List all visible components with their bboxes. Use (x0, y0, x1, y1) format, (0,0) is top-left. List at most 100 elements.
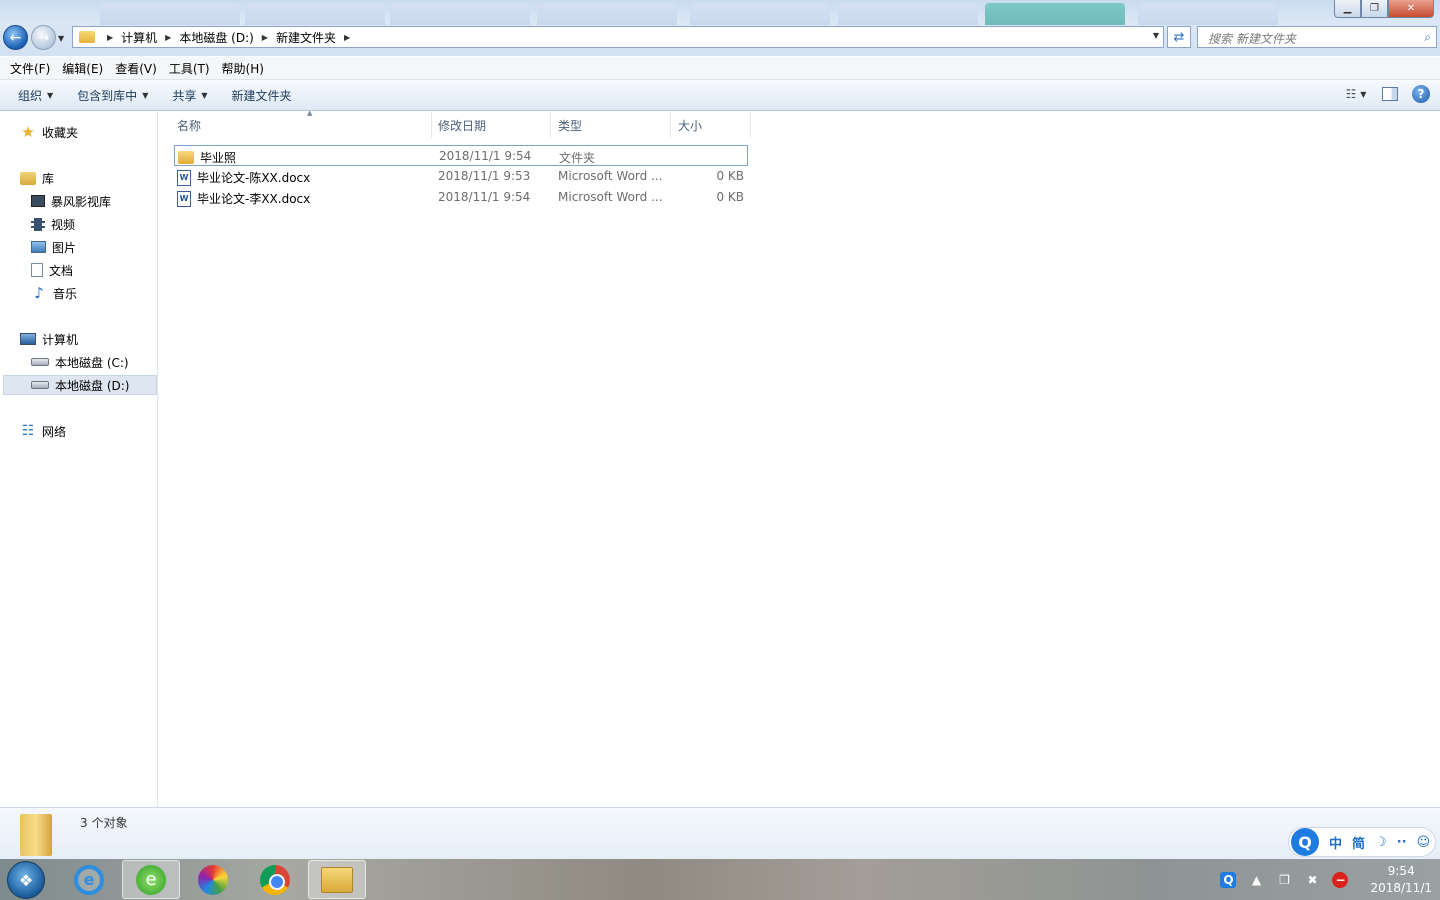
new-folder-button[interactable]: 新建文件夹 (224, 87, 300, 104)
minimize-button[interactable]: ▁ (1334, 0, 1361, 18)
menu-view[interactable]: 查看(V) (109, 60, 163, 77)
sidebar-item-library[interactable]: 库 (20, 168, 54, 188)
stop-icon[interactable]: − (1332, 871, 1349, 888)
sidebar-item-label: 计算机 (42, 332, 79, 347)
sidebar-item-storm-video[interactable]: 暴风影视库 (31, 191, 111, 211)
green-browser-icon: e (136, 864, 166, 895)
chevron-right-icon[interactable]: ▶ (262, 33, 268, 42)
column-header-date[interactable]: 修改日期 (431, 112, 551, 138)
preview-pane-icon[interactable] (1382, 87, 1398, 101)
file-explorer-icon (321, 866, 353, 893)
volume-muted-icon[interactable]: ✖ (1304, 872, 1320, 888)
punctuation-icon[interactable]: ·· (1397, 835, 1407, 850)
sidebar-item-label: 本地磁盘 (C:) (55, 355, 129, 370)
ime-logo-icon[interactable]: Q (1291, 828, 1319, 856)
maximize-button[interactable]: ❐ (1361, 0, 1388, 18)
chevron-right-icon[interactable]: ▶ (344, 33, 350, 42)
sidebar-item-music[interactable]: ♪ 音乐 (31, 283, 77, 303)
menu-edit[interactable]: 编辑(E) (56, 60, 109, 77)
show-hidden-icons-icon[interactable]: ▲ (1248, 872, 1264, 888)
taskbar-browser[interactable]: e (122, 860, 180, 899)
sidebar-item-label: 文档 (49, 263, 74, 278)
breadcrumb-computer[interactable]: 计算机 (121, 29, 157, 46)
details-view-icon: ☷ (1345, 87, 1357, 101)
menu-help[interactable]: 帮助(H) (216, 60, 270, 77)
breadcrumb-new-folder[interactable]: 新建文件夹 (276, 29, 336, 46)
ime-chinese-mode[interactable]: 中 (1329, 833, 1342, 852)
sidebar-item-videos[interactable]: 视频 (31, 214, 75, 234)
breadcrumb-drive-d[interactable]: 本地磁盘 (D:) (179, 29, 253, 46)
sidebar-item-label: 本地磁盘 (D:) (55, 378, 130, 393)
taskbar-color-app[interactable] (184, 860, 242, 899)
menu-tools[interactable]: 工具(T) (163, 60, 216, 77)
sidebar-item-label: 库 (42, 171, 55, 186)
chevron-right-icon[interactable]: ▶ (165, 33, 171, 42)
sidebar-item-pictures[interactable]: 图片 (31, 237, 76, 257)
help-icon[interactable]: ? (1412, 85, 1430, 103)
chevron-right-icon[interactable]: ▶ (107, 33, 113, 42)
background-tab (838, 3, 978, 25)
view-options-button[interactable]: ☷ ▼ (1344, 85, 1368, 103)
sidebar-item-label: 收藏夹 (42, 125, 79, 140)
qq-input-tray-icon[interactable]: Q (1220, 871, 1237, 888)
file-row[interactable]: 毕业照 2018/11/1 9:54 文件夹 (174, 145, 748, 166)
caret-down-icon: ▼ (201, 91, 208, 100)
file-size: 0 KB (716, 169, 744, 183)
address-bar[interactable]: ▶ 计算机 ▶ 本地磁盘 (D:) ▶ 新建文件夹 ▶ ▼ (72, 26, 1164, 48)
ime-toolbar[interactable]: Q 中 简 ☽ ·· ☺ (1288, 827, 1436, 857)
search-icon[interactable]: ⌕ (1424, 30, 1431, 45)
file-type: Microsoft Word ... (558, 190, 663, 204)
film-icon (31, 217, 45, 231)
file-row[interactable]: W 毕业论文-李XX.docx 2018/11/1 9:54 Microsoft… (174, 187, 748, 208)
column-header-type[interactable]: 类型 (551, 112, 671, 138)
library-icon (20, 171, 36, 185)
organize-button[interactable]: 组织 ▼ (10, 87, 61, 104)
sidebar-item-network[interactable]: ☷ 网络 (20, 421, 66, 441)
sidebar-item-computer[interactable]: 计算机 (20, 329, 78, 349)
network-tray-icon[interactable]: ❐ (1276, 872, 1292, 888)
close-button[interactable]: ✕ (1388, 0, 1434, 18)
start-button[interactable]: ❖ (7, 861, 45, 899)
file-date: 2018/11/1 9:54 (438, 190, 531, 204)
column-header-size[interactable]: 大小 (671, 112, 751, 138)
sidebar-item-label: 图片 (52, 240, 77, 255)
sidebar-item-drive-d[interactable]: 本地磁盘 (D:) (3, 375, 157, 395)
share-button[interactable]: 共享 ▼ (164, 87, 215, 104)
column-name-label: 名称 (177, 118, 202, 133)
refresh-button[interactable]: ⇄ (1167, 26, 1191, 48)
forward-button[interactable]: → (31, 25, 56, 50)
recent-pages-dropdown[interactable]: ▼ (58, 34, 64, 43)
word-doc-icon: W (177, 190, 191, 207)
sidebar-item-favorites[interactable]: ★ 收藏夹 (20, 122, 78, 142)
system-drive-icon (31, 358, 49, 366)
column-date-label: 修改日期 (438, 118, 487, 133)
smiley-icon[interactable]: ☺ (1417, 835, 1431, 850)
picture-icon (31, 241, 46, 253)
file-row[interactable]: W 毕业论文-陈XX.docx 2018/11/1 9:53 Microsoft… (174, 166, 748, 187)
taskbar-ie[interactable]: e (60, 860, 118, 899)
moon-icon[interactable]: ☽ (1375, 835, 1387, 850)
music-note-icon: ♪ (34, 284, 44, 302)
object-count: 3 个对象 (80, 816, 128, 830)
folder-icon (20, 814, 52, 856)
file-list: ▲ 名称 修改日期 类型 大小 毕业照 2018/11/1 9:54 文件夹 W… (159, 109, 1440, 807)
document-icon (31, 263, 43, 277)
search-input[interactable]: 搜索 新建文件夹 ⌕ (1197, 26, 1437, 48)
address-dropdown-icon[interactable]: ▼ (1153, 31, 1159, 40)
sidebar-item-drive-c[interactable]: 本地磁盘 (C:) (31, 352, 129, 372)
clock[interactable]: 9:54 2018/11/1 (1370, 863, 1432, 897)
color-wheel-icon (198, 864, 228, 895)
file-type: 文件夹 (559, 151, 596, 165)
ime-simplified-mode[interactable]: 简 (1352, 833, 1365, 852)
file-name-cell: W 毕业论文-陈XX.docx (177, 169, 310, 186)
sidebar-item-documents[interactable]: 文档 (31, 260, 73, 280)
taskbar-chrome[interactable] (246, 860, 304, 899)
column-header-name[interactable]: ▲ 名称 (170, 109, 432, 138)
include-in-library-button[interactable]: 包含到库中 ▼ (69, 87, 156, 104)
internet-explorer-icon: e (74, 864, 104, 895)
caret-down-icon: ▼ (142, 91, 149, 100)
organize-label: 组织 (18, 89, 43, 103)
back-button[interactable]: ← (3, 25, 28, 50)
menu-file[interactable]: 文件(F) (4, 60, 56, 77)
taskbar-explorer[interactable] (308, 860, 366, 899)
